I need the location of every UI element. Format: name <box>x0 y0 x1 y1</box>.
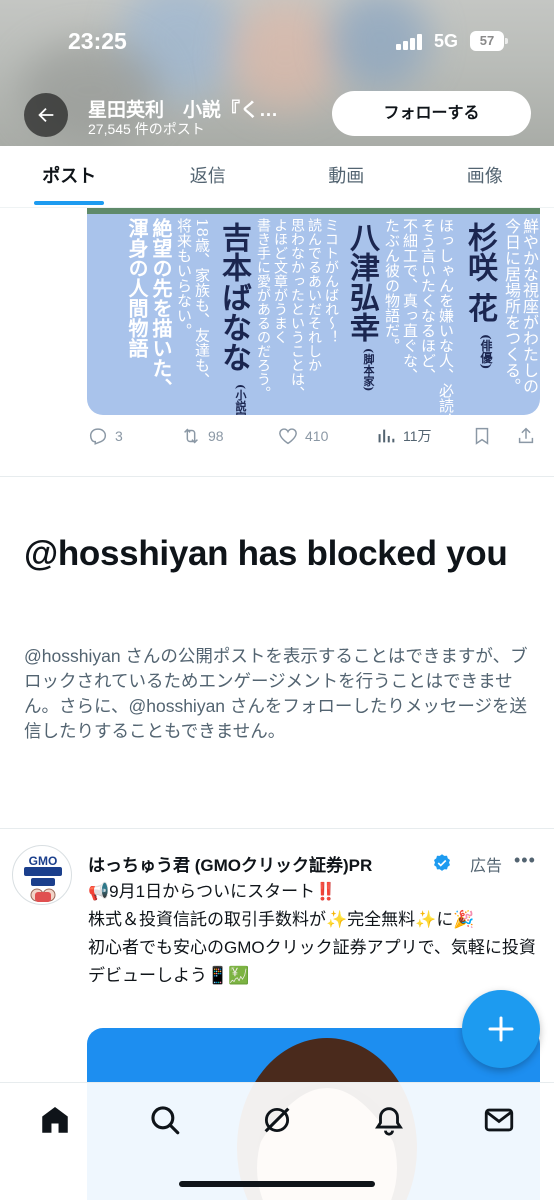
notifications-icon[interactable] <box>372 1103 406 1137</box>
advertiser-name[interactable]: はっちゅう君 (GMOクリック証券)PR <box>88 851 372 876</box>
tab-replies[interactable]: 返信 <box>139 146 278 207</box>
verified-badge-icon <box>434 854 450 871</box>
divider <box>0 828 554 829</box>
reply-count: 3 <box>115 428 123 444</box>
ad-line: 初心者でも安心のGMOクリック証券アプリで、気軽に投資デビューしよう📱💹 <box>88 938 536 986</box>
like-count: 410 <box>305 428 329 444</box>
cover-text: 将来もいらない。 <box>175 218 193 338</box>
cover-text: 不細工で、真っ直ぐな、 <box>401 218 419 383</box>
blocked-title: @hosshiyan has blocked you <box>24 534 508 573</box>
cover-text: たぶん彼の物語だ。 <box>383 218 401 353</box>
grok-icon[interactable] <box>260 1103 294 1137</box>
post-actions: 3 98 410 11万 <box>87 425 540 451</box>
cover-role: (小説家) <box>234 384 247 415</box>
cover-role: (脚本家) <box>362 348 375 392</box>
post-count: 27,545 件のポスト <box>88 121 205 137</box>
ad-line: 株式＆投資信託の取引手数料が✨完全無料✨に🎉 <box>88 910 475 930</box>
profile-name: 星田英利 小説『く… <box>88 100 279 121</box>
messages-icon[interactable] <box>482 1103 516 1137</box>
plus-icon <box>488 1016 514 1042</box>
views-button[interactable]: 11万 <box>375 425 432 447</box>
arrow-left-icon <box>38 107 54 123</box>
reply-button[interactable]: 3 <box>87 425 123 447</box>
cover-name: 八津弘幸 <box>344 222 379 342</box>
compose-button[interactable] <box>462 990 540 1068</box>
cover-text: 今日に居場所をつくる。 <box>502 218 521 394</box>
repost-icon <box>184 428 198 444</box>
battery-icon: 57 <box>470 31 508 51</box>
share-icon <box>518 427 534 444</box>
gmo-logo-icon: GMO <box>24 854 62 902</box>
divider <box>0 476 554 477</box>
avatar[interactable]: GMO <box>12 845 72 905</box>
svg-text:GMO: GMO <box>29 854 58 868</box>
search-icon[interactable] <box>148 1103 182 1137</box>
network-label: 5G <box>434 31 459 51</box>
repost-button[interactable]: 98 <box>180 425 224 447</box>
back-button[interactable] <box>24 93 68 137</box>
cover-name: 杉咲 花 <box>462 222 497 323</box>
view-count: 11万 <box>403 428 432 444</box>
ad-label: 広告 <box>470 858 503 875</box>
tab-videos[interactable]: 動画 <box>277 146 416 207</box>
follow-button[interactable]: フォローする <box>332 91 531 136</box>
ad-text: 📢9月1日からついにスタート‼️ 株式＆投資信託の取引手数料が✨完全無料✨に🎉 … <box>88 878 536 990</box>
tab-posts[interactable]: ポスト <box>0 146 139 207</box>
tab-images[interactable]: 画像 <box>416 146 554 207</box>
cover-text: ほっしゃんを嫌いな人、必読！ <box>437 218 455 415</box>
cover-role: (俳優) <box>479 334 493 370</box>
profile-tabs: ポスト 返信 動画 画像 <box>0 146 554 208</box>
post-image[interactable]: 鮮やかな視座がわたしの 今日に居場所をつくる。 杉咲 花 (俳優) ほっしゃんを… <box>87 208 540 415</box>
cover-name: 吉本ばなな <box>216 222 251 372</box>
bookmark-button[interactable] <box>471 425 493 447</box>
cover-text: 書き手に愛があるのだろう。 <box>255 218 271 400</box>
reply-icon <box>89 428 107 445</box>
cover-text: 読んでるあいだそれしか <box>306 218 322 372</box>
cover-headline: 渾身の人間物語 <box>125 218 149 358</box>
bookmark-icon <box>475 427 489 445</box>
ad-line: 📢9月1日からついにスタート‼️ <box>88 882 337 901</box>
like-button[interactable]: 410 <box>277 425 328 447</box>
home-icon[interactable] <box>38 1103 72 1137</box>
status-time: 23:25 <box>68 28 127 54</box>
status-bar: 23:25 5G 57 <box>0 0 554 80</box>
cover-headline: 絶望の先を描いた、 <box>149 218 173 398</box>
more-options-icon[interactable]: ••• <box>514 850 536 871</box>
cover-text: そう言いたくなるほど、 <box>419 218 437 383</box>
blocked-description: @hosshiyan さんの公開ポストを表示することはできますが、ブロックされて… <box>24 646 528 741</box>
home-indicator <box>179 1181 375 1187</box>
cover-text: よほど文章がうまく <box>272 218 288 344</box>
share-button[interactable] <box>515 425 537 447</box>
cover-text: 思わなかったということは、 <box>289 218 305 400</box>
heart-icon <box>279 428 297 445</box>
cover-text: ミコトがんばれ〜！ <box>323 218 339 344</box>
analytics-icon <box>378 429 395 443</box>
signal-icon <box>396 34 426 50</box>
cover-text: 鮮やかな視座がわたしの <box>520 218 539 394</box>
cover-text: 18歳、家族も、友達も、 <box>193 218 211 388</box>
repost-count: 98 <box>208 428 224 444</box>
